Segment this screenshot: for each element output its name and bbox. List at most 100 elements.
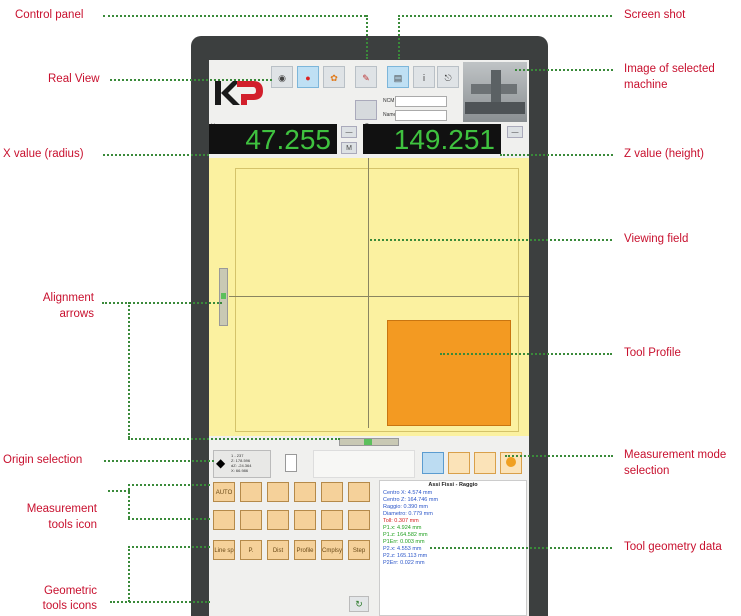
tool-distance[interactable]: Dist xyxy=(267,540,289,560)
leader-alignment-bottom xyxy=(128,438,340,440)
callout-measurement-mode-1: Measurement mode xyxy=(624,449,727,461)
eye-icon: ◉ xyxy=(278,73,286,83)
tool-measure[interactable] xyxy=(348,510,370,530)
pin-icon: ● xyxy=(305,73,311,83)
radius-icon xyxy=(506,457,516,467)
real-view-button[interactable]: ◉ xyxy=(271,66,293,88)
leader-z-value xyxy=(500,154,613,156)
tool-profile[interactable]: Profile xyxy=(294,540,316,560)
ncm-field[interactable] xyxy=(395,96,447,107)
x-value-readout: 47.255 xyxy=(209,124,337,155)
machine-image xyxy=(463,62,527,122)
exit-button[interactable]: ⎋ xyxy=(437,66,459,88)
mode-grid-button[interactable] xyxy=(422,452,444,474)
mode-cross-button[interactable] xyxy=(474,452,496,474)
callout-geometric-tools-2: tools icons xyxy=(42,600,97,612)
geometry-data-line: P1.x: 4.924 mm xyxy=(383,525,422,531)
measurement-tools-grid: AUTO xyxy=(213,482,377,536)
name-field[interactable] xyxy=(395,110,447,121)
tool-auto[interactable]: AUTO xyxy=(213,482,235,502)
callout-alignment-2: arrows xyxy=(59,308,94,320)
refresh-button[interactable]: ↻ xyxy=(349,596,369,612)
callout-z-value: Z value (height) xyxy=(624,148,704,160)
pen-icon: ✎ xyxy=(362,73,370,83)
geometry-data-line: P1Err: 0.003 mm xyxy=(383,539,425,545)
tool-measure[interactable] xyxy=(348,482,370,502)
mode-corner-button[interactable] xyxy=(448,452,470,474)
x-mode-button[interactable]: — xyxy=(341,126,357,138)
z-value-readout: 149.251 xyxy=(363,124,501,155)
callout-tool-profile: Tool Profile xyxy=(624,347,681,359)
vertical-axis xyxy=(368,158,369,428)
origin-toggle[interactable] xyxy=(285,454,297,472)
viewing-field xyxy=(209,158,529,436)
control-panel-button[interactable]: ✎ xyxy=(355,66,377,88)
callout-control-panel: Control panel xyxy=(15,9,84,21)
callout-origin-selection: Origin selection xyxy=(3,454,83,466)
leader-measurement-tools-bracket xyxy=(128,484,130,518)
callout-measurement-tools-1: Measurement xyxy=(26,503,97,515)
tool-measure[interactable] xyxy=(321,510,343,530)
exit-icon: ⎋ xyxy=(444,73,452,83)
leader-machine-image xyxy=(515,69,613,71)
refresh-icon: ↻ xyxy=(355,599,363,609)
alignment-arrow-horizontal[interactable] xyxy=(339,438,399,446)
leader-real-view xyxy=(110,79,272,81)
tool-step[interactable]: Step xyxy=(348,540,370,560)
geometry-data-line: Centro Z: 164.746 mm xyxy=(383,497,439,503)
blank-field xyxy=(313,450,415,478)
callout-measurement-mode-2: selection xyxy=(624,465,670,477)
abs-toggle[interactable]: M xyxy=(341,142,357,154)
kp-logo xyxy=(213,78,265,108)
leader-geometric-tools-top xyxy=(128,546,210,548)
tool-measure[interactable] xyxy=(267,510,289,530)
tool-measure[interactable] xyxy=(240,510,262,530)
callout-tool-geometry: Tool geometry data xyxy=(624,541,722,553)
tool-measure[interactable] xyxy=(213,510,235,530)
data-lines: Centro X: 4.574 mm Centro Z: 164.746 mm Ra… xyxy=(380,488,526,569)
printer-icon: ▤ xyxy=(393,73,403,83)
leader-alignment-arrows xyxy=(102,302,222,304)
leader-screen-shot-drop xyxy=(398,15,400,59)
callout-alignment-1: Alignment xyxy=(42,292,94,304)
tool-point[interactable]: P. xyxy=(240,540,262,560)
geometry-data-line: Diametro: 0.779 mm xyxy=(383,511,433,517)
tool-measure[interactable] xyxy=(294,510,316,530)
leader-origin-selection xyxy=(104,460,214,462)
leader-measurement-tools-top xyxy=(128,484,210,486)
callout-measurement-tools-2: tools icon xyxy=(48,519,97,531)
callout-x-value: X value (radius) xyxy=(3,148,84,160)
geometry-data-line: P2Err: 0.022 mm xyxy=(383,560,425,566)
info-button[interactable]: ⅰ xyxy=(413,66,435,88)
tool-cmplsy[interactable]: Cmplsy xyxy=(321,540,343,560)
tool-measure[interactable] xyxy=(294,482,316,502)
tool-measure[interactable] xyxy=(267,482,289,502)
z-mode-button[interactable]: — xyxy=(507,126,523,138)
callout-viewing-field: Viewing field xyxy=(624,233,689,245)
origin-selection-panel[interactable]: ◆ 1 - 237 Z: 178.596 dZ: -24.364 X: 66.9… xyxy=(213,450,271,478)
leader-control-panel-drop xyxy=(366,15,368,59)
geometric-tools-grid: Line sp P. Dist Profile Cmplsy Step xyxy=(213,540,377,564)
callout-machine-image-2: machine xyxy=(624,79,668,91)
leader-control-panel xyxy=(103,15,366,17)
origin-icon: ◆ xyxy=(216,456,226,470)
leader-geometric-tools xyxy=(128,546,130,602)
leader-geometric-tools-bot xyxy=(110,601,210,603)
flower-icon: ✿ xyxy=(330,73,338,83)
tool-measure[interactable] xyxy=(321,482,343,502)
alignment-arrow-vertical[interactable] xyxy=(219,268,228,326)
ncm-label: NCM xyxy=(383,98,395,104)
tool-line[interactable]: Line sp xyxy=(213,540,235,560)
leader-measurement-mode xyxy=(505,455,613,457)
leader-x-value xyxy=(103,154,209,156)
print-icon[interactable] xyxy=(355,100,377,120)
origin-line: X: 66.986 xyxy=(231,468,249,473)
screen-shot-button[interactable]: ▤ xyxy=(387,66,409,88)
leader-tool-geometry xyxy=(430,547,612,549)
tool-measure[interactable] xyxy=(240,482,262,502)
geometry-data-line: Toll: 0.307 mm xyxy=(383,518,419,524)
measure-view-button[interactable]: ● xyxy=(297,66,319,88)
color-view-button[interactable]: ✿ xyxy=(323,66,345,88)
leader-measurement-tools-bot xyxy=(128,518,210,520)
leader-viewing-field xyxy=(370,239,612,241)
